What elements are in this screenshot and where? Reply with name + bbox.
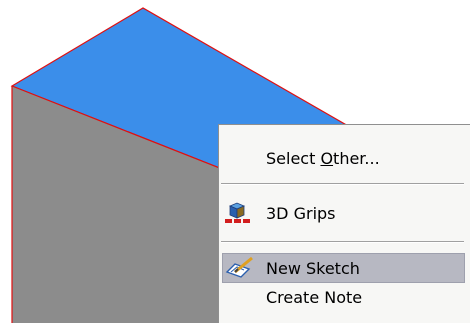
new-sketch-icon bbox=[223, 255, 257, 281]
menu-item-new-sketch[interactable]: New Sketch bbox=[222, 253, 465, 283]
context-menu: Select Other... 3D Grips New Sketch Crea… bbox=[218, 124, 470, 323]
menu-item-create-note[interactable]: Create Note bbox=[219, 282, 470, 312]
menu-item-label: New Sketch bbox=[266, 258, 360, 278]
3d-grips-icon bbox=[222, 200, 256, 226]
menu-item-label: 3D Grips bbox=[266, 203, 336, 223]
menu-item-label: Create Note bbox=[266, 287, 363, 307]
menu-item-select-other[interactable]: Select Other... bbox=[219, 143, 470, 173]
menu-item-label: Select Other... bbox=[266, 148, 380, 168]
menu-separator bbox=[221, 183, 464, 185]
menu-separator bbox=[221, 241, 464, 243]
menu-item-3d-grips[interactable]: 3D Grips bbox=[219, 198, 470, 228]
